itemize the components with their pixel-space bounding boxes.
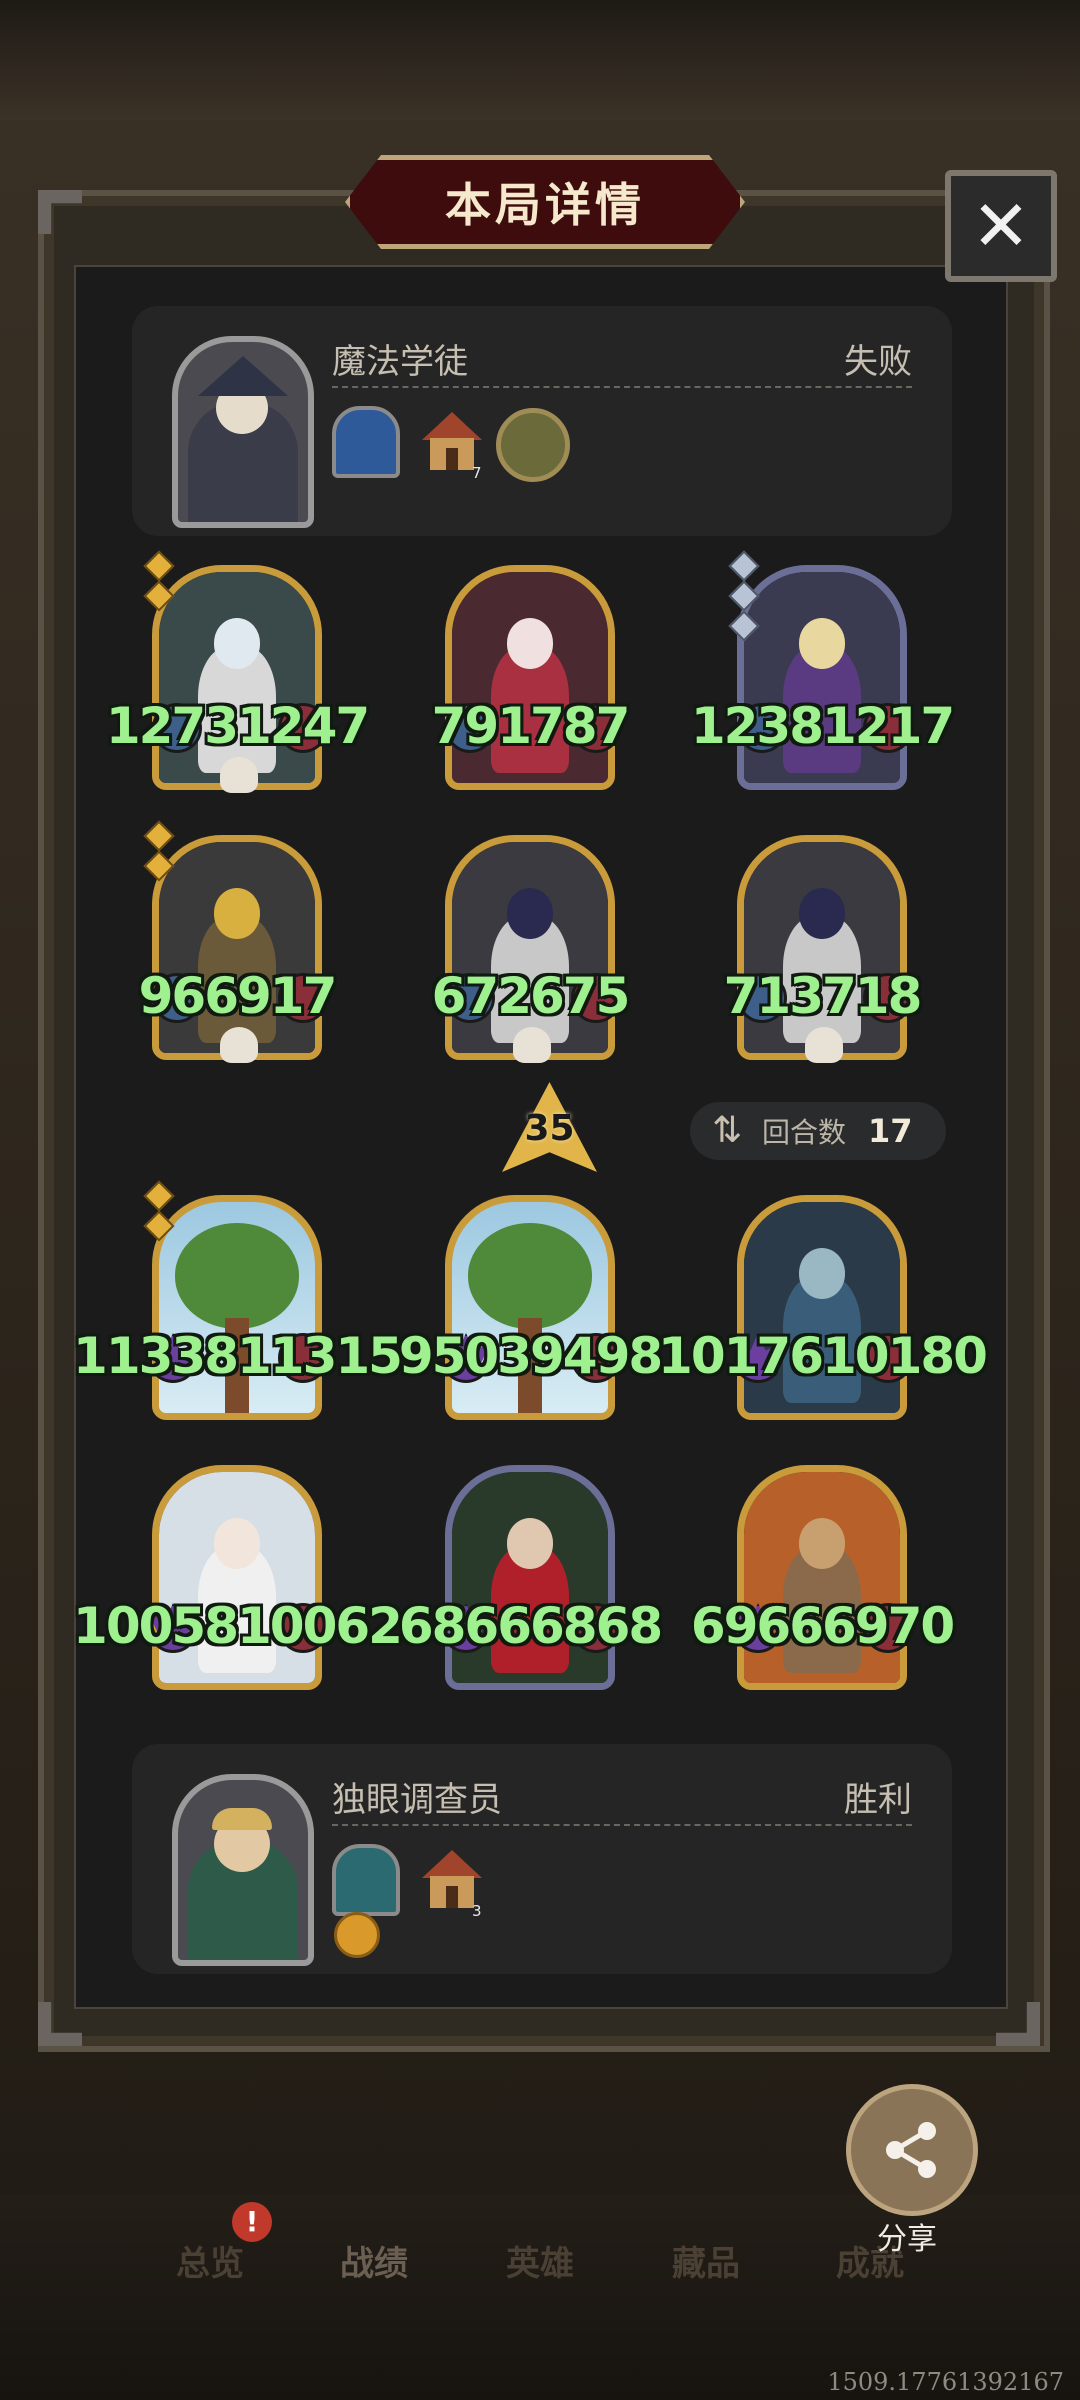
treant-unit[interactable]: 6966 6970 <box>691 1445 955 1705</box>
attack-value: 1273 <box>105 697 239 755</box>
unit-portrait <box>445 565 615 790</box>
health-value: 1247 <box>237 697 370 755</box>
swap-icon: ⇅ <box>712 1110 743 1151</box>
skull-icon <box>220 757 258 793</box>
attack-value: 10176 <box>658 1327 824 1385</box>
unit-portrait <box>737 1465 907 1690</box>
health-value: 6868 <box>530 1597 663 1655</box>
health-value: 917 <box>237 967 337 1025</box>
top-strip <box>0 0 1080 120</box>
health-value: 718 <box>822 967 922 1025</box>
star-diamond-icon <box>143 1180 175 1245</box>
round-count: ⇅ 回合数 17 <box>690 1102 946 1160</box>
elf-sorceress-unit[interactable]: 10176 10180 <box>658 1175 988 1435</box>
gold-coin-icon[interactable] <box>334 1912 380 1958</box>
alert-badge: ! <box>232 2202 272 2242</box>
divider <box>332 1824 912 1826</box>
unit-portrait <box>445 1195 615 1420</box>
close-icon: ✕ <box>971 185 1031 267</box>
house-count: 3 <box>472 1902 482 1920</box>
tree-unit-1[interactable]: 11338 11315 <box>73 1175 403 1435</box>
attack-value: 966 <box>138 967 239 1025</box>
unit-portrait <box>152 1195 322 1420</box>
unit-portrait <box>737 1195 907 1420</box>
opponent-name: 魔法学徒 <box>332 342 468 382</box>
attack-value: 6866 <box>398 1597 532 1655</box>
house-icon[interactable] <box>422 1850 482 1910</box>
nav-collection[interactable]: 藏品 <box>672 2236 740 2285</box>
share-label: 分享 <box>877 2222 937 2257</box>
house-count: 7 <box>472 464 482 482</box>
health-value: 1217 <box>822 697 955 755</box>
title-banner: 本局详情 <box>345 155 745 249</box>
robot-unit[interactable]: 1273 1247 <box>106 545 370 805</box>
clown-unit[interactable]: 791 787 <box>405 545 655 805</box>
health-value: 10062 <box>237 1597 403 1655</box>
bomb-knight-unit-1[interactable]: 672 675 <box>405 815 655 1075</box>
opponent-card: 魔法学徒 失败 7 <box>132 306 952 536</box>
mechanical-unit[interactable]: 1238 1217 <box>691 545 955 805</box>
elf-warrior-unit[interactable]: 6866 6868 <box>399 1445 663 1705</box>
debug-readout: 1509.17761392167 <box>827 2368 1064 2396</box>
golem-unit[interactable]: 966 917 <box>112 815 362 1075</box>
star-diamond-icon <box>143 550 175 615</box>
bomb-knight-unit-2[interactable]: 713 718 <box>697 815 947 1075</box>
tree-unit-2[interactable]: 9503 9498 <box>399 1175 663 1435</box>
health-value: 10180 <box>822 1327 988 1385</box>
attack-value: 713 <box>723 967 824 1025</box>
health-value: 9498 <box>530 1327 663 1385</box>
attack-value: 791 <box>431 697 532 755</box>
player-name: 独眼调查员 <box>332 1780 502 1820</box>
flower-girl-unit[interactable]: 10058 10062 <box>73 1445 403 1705</box>
star-diamond-icon <box>728 550 760 645</box>
level-number: 35 <box>524 1108 575 1149</box>
magic-orb-icon[interactable] <box>332 406 400 478</box>
opponent-avatar <box>172 336 314 528</box>
share-icon <box>886 2122 936 2178</box>
attack-value: 1238 <box>690 697 824 755</box>
nav-record[interactable]: 战绩 <box>340 2236 408 2285</box>
dragon-coin-icon[interactable] <box>496 408 570 482</box>
health-value: 787 <box>530 697 630 755</box>
skull-icon <box>805 1027 843 1063</box>
player-card: 独眼调查员 胜利 3 <box>132 1744 952 1974</box>
house-icon[interactable] <box>422 412 482 472</box>
nav-heroes[interactable]: 英雄 <box>506 2236 574 2285</box>
skull-icon <box>220 1027 258 1063</box>
attack-value: 11338 <box>73 1327 239 1385</box>
attack-value: 9503 <box>398 1327 532 1385</box>
unit-portrait <box>152 1465 322 1690</box>
share-button[interactable] <box>846 2084 978 2216</box>
player-result: 胜利 <box>844 1780 912 1820</box>
crystal-blade-icon[interactable] <box>332 1844 400 1916</box>
unit-portrait <box>445 1465 615 1690</box>
health-value: 11315 <box>237 1327 403 1385</box>
round-label: 回合数 <box>762 1116 847 1149</box>
player-avatar <box>172 1774 314 1966</box>
close-button[interactable]: ✕ <box>945 170 1057 282</box>
divider <box>332 386 912 388</box>
star-diamond-icon <box>143 820 175 885</box>
opponent-result: 失败 <box>844 342 912 382</box>
health-value: 675 <box>530 967 630 1025</box>
attack-value: 10058 <box>73 1597 239 1655</box>
health-value: 6970 <box>822 1597 955 1655</box>
page-title: 本局详情 <box>445 178 645 232</box>
attack-value: 6966 <box>690 1597 824 1655</box>
round-value: 17 <box>868 1112 913 1150</box>
unit-portrait <box>737 565 907 790</box>
attack-value: 672 <box>431 967 532 1025</box>
nav-overview[interactable]: 总览 <box>176 2236 244 2285</box>
skull-icon <box>513 1027 551 1063</box>
